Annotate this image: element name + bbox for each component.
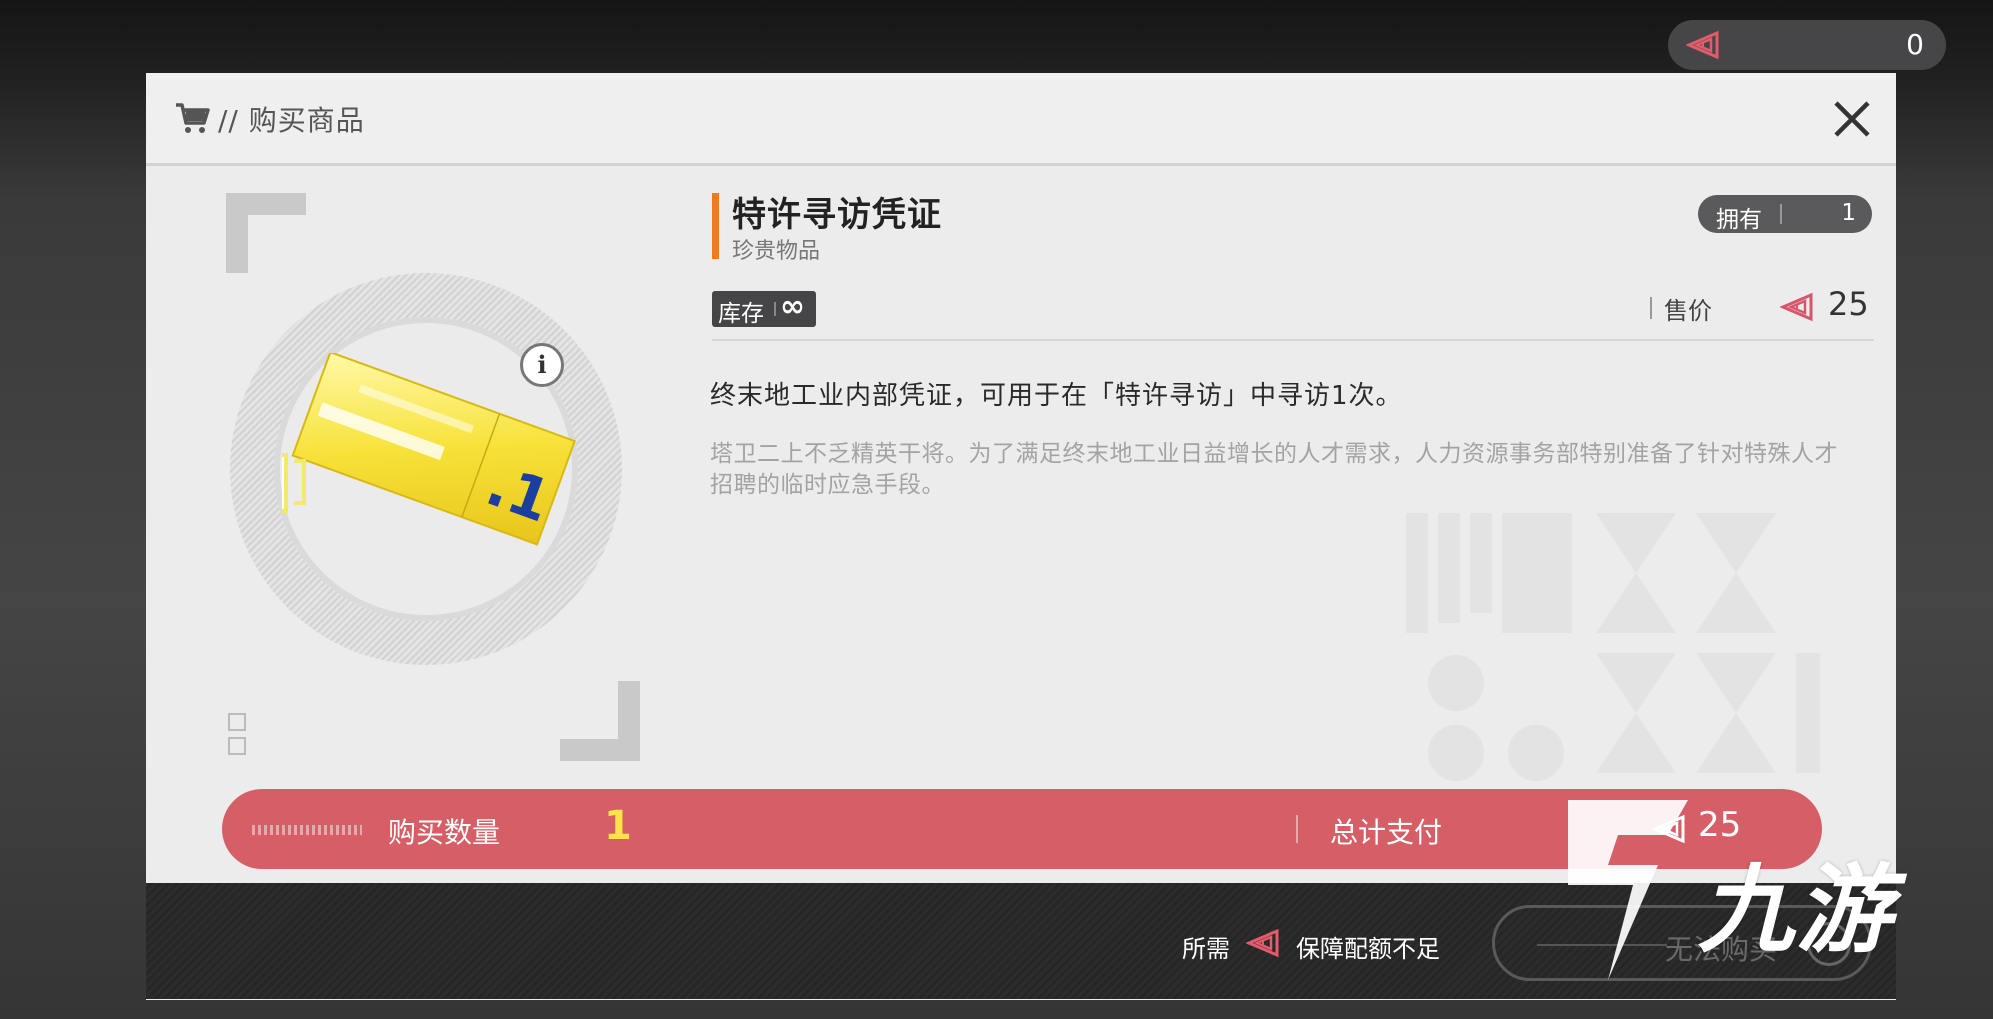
dialog-title: // 购买商品: [218, 104, 365, 137]
owned-badge: 拥有 1: [1698, 195, 1872, 233]
stock-value: ∞: [780, 289, 805, 324]
faction-watermark-graphic: [1406, 513, 1820, 781]
item-flavor-text: 塔卫二上不乏精英干将。为了满足终末地工业日益增长的人才需求，人力资源事务部特别准…: [710, 441, 1838, 498]
stock-label: 库存: [718, 301, 764, 327]
currency-amount: 0: [1906, 28, 1924, 61]
item-description: 终末地工业内部凭证，可用于在「特许寻访」中寻访1次。: [710, 381, 1403, 411]
logo-mark-icon: [1568, 800, 1688, 980]
info-icon[interactable]: i: [520, 343, 564, 387]
price-value: 25: [1828, 285, 1869, 323]
total-separator: [1296, 815, 1298, 843]
triangle-token-icon: [1780, 292, 1813, 322]
shopping-cart-icon: [176, 103, 210, 133]
frame-corner-top-left: [226, 193, 306, 273]
item-category: 珍贵物品: [732, 239, 821, 264]
currency-counter: 0: [1668, 20, 1946, 70]
stock-badge: 库存 ∞: [712, 289, 816, 327]
triangle-token-icon: [1686, 30, 1719, 60]
triangle-token-icon: [1246, 928, 1279, 958]
dialog-header: // 购买商品: [146, 73, 1896, 166]
owned-label: 拥有: [1716, 207, 1762, 233]
frame-corner-bottom-right: [560, 681, 640, 761]
stock-separator: [774, 302, 776, 316]
quantity-label: 购买数量: [388, 816, 501, 849]
deco-square: [228, 737, 246, 755]
logo-text: 九游: [1698, 854, 1894, 966]
title-accent-bar: [712, 193, 719, 259]
item-name: 特许寻访凭证: [732, 195, 942, 235]
price-label: 售价: [1664, 297, 1712, 325]
quantity-value[interactable]: 1: [604, 803, 632, 849]
site-watermark-logo: 九游: [1548, 790, 1968, 990]
close-icon[interactable]: [1828, 95, 1876, 143]
deco-dashes: [252, 825, 362, 835]
required-label: 所需: [1182, 935, 1230, 963]
info-divider: [712, 339, 1874, 341]
deco-square: [228, 713, 246, 731]
price-separator: [1650, 297, 1652, 319]
total-label: 总计支付: [1330, 816, 1443, 849]
owned-value: 1: [1841, 200, 1856, 226]
required-status: 保障配额不足: [1296, 935, 1440, 963]
owned-separator: [1780, 204, 1782, 224]
